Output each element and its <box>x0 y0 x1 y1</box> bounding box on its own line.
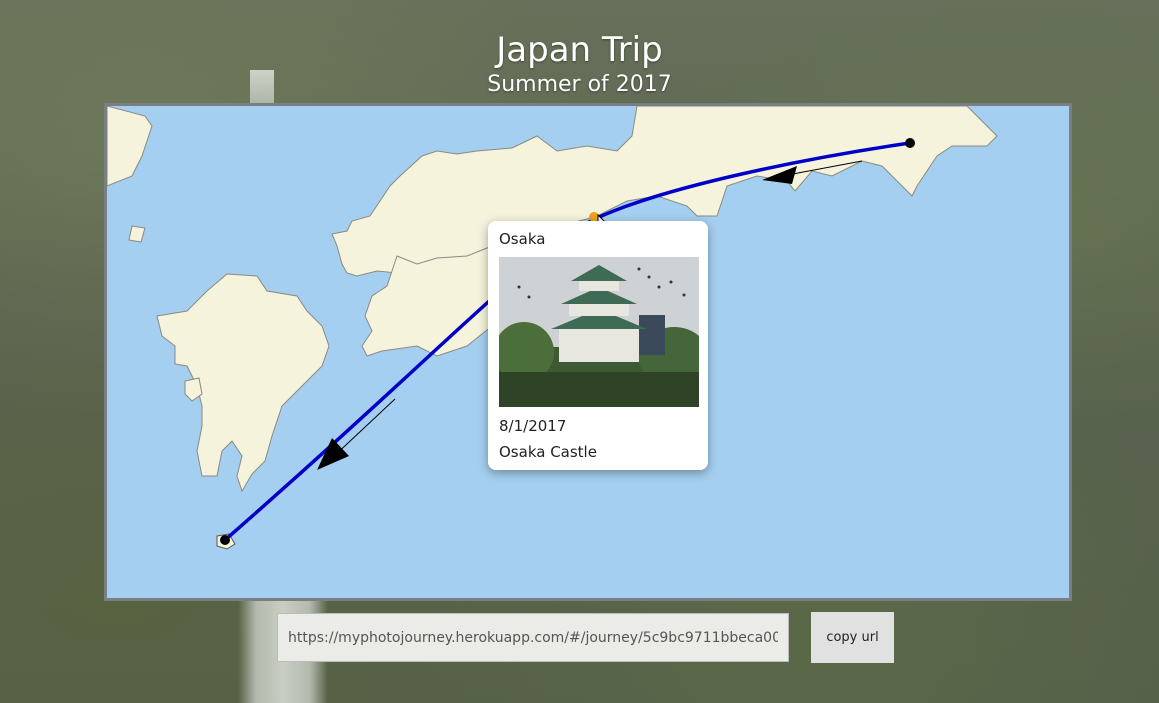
osaka-castle-image <box>499 257 699 407</box>
route-marker-end[interactable] <box>220 535 230 545</box>
share-url-input[interactable] <box>277 613 789 662</box>
copy-url-button[interactable]: copy url <box>811 612 894 663</box>
popup-caption: Osaka Castle <box>499 443 597 461</box>
land-kyushu <box>156 273 330 493</box>
popup-date: 8/1/2017 <box>499 417 567 435</box>
land-west-tip <box>107 106 153 187</box>
route-marker-tokyo[interactable] <box>905 138 915 148</box>
land-island-small-1 <box>128 225 146 243</box>
page-title: Japan Trip <box>496 30 663 70</box>
photo-popup[interactable]: Osaka 8/1/2017 Osaka Castle <box>488 221 708 470</box>
popup-place-name: Osaka <box>499 230 546 248</box>
popup-photo[interactable] <box>499 257 699 407</box>
page-subtitle: Summer of 2017 <box>487 72 672 97</box>
